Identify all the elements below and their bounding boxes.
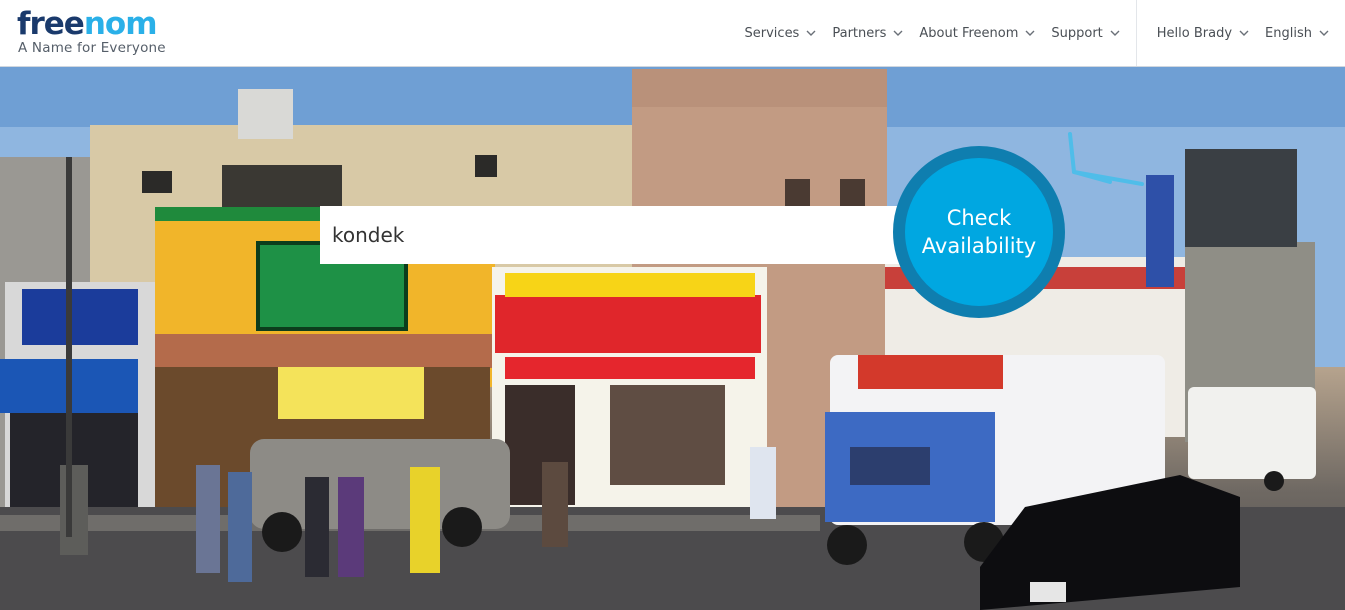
check-availability-label: Check Availability xyxy=(922,204,1036,260)
language-label: English xyxy=(1265,25,1312,41)
domain-search-input[interactable] xyxy=(330,222,894,248)
chevron-down-icon xyxy=(1110,30,1120,36)
chevron-down-icon xyxy=(1025,30,1035,36)
nav-item-about[interactable]: About Freenom xyxy=(919,26,1035,41)
nav-item-language[interactable]: English xyxy=(1265,26,1329,41)
nav-account-area: Hello Brady English xyxy=(1141,26,1345,41)
chevron-down-icon xyxy=(893,30,903,36)
check-button-line2: Availability xyxy=(921,234,1037,258)
nav-label: Support xyxy=(1051,25,1103,41)
chevron-down-icon xyxy=(806,30,816,36)
nav-item-services[interactable]: Services xyxy=(745,26,817,41)
logo-word-part2: nom xyxy=(83,6,158,42)
main-nav: Services Partners About Freenom Support … xyxy=(729,0,1345,66)
logo-tagline: A Name for Everyone xyxy=(18,40,166,56)
nav-divider xyxy=(1135,0,1137,66)
nav-label: About Freenom xyxy=(919,25,1019,41)
nav-item-user[interactable]: Hello Brady xyxy=(1157,26,1249,41)
pointer-arrow-icon xyxy=(1068,132,1144,186)
nav-label: Partners xyxy=(832,25,887,41)
user-greeting: Hello Brady xyxy=(1156,25,1233,41)
check-button-line1: Check xyxy=(946,206,1012,230)
check-availability-button[interactable]: Check Availability xyxy=(893,146,1065,318)
freenom-logo[interactable]: freenom A Name for Everyone xyxy=(17,8,166,60)
nav-label: Services xyxy=(744,25,800,41)
nav-item-support[interactable]: Support xyxy=(1051,25,1120,41)
logo-wordmark: freenom xyxy=(17,8,166,41)
nav-item-partners[interactable]: Partners xyxy=(832,26,903,41)
chevron-down-icon xyxy=(1319,30,1329,36)
site-header: freenom A Name for Everyone Services Par… xyxy=(0,0,1345,67)
logo-word-part1: free xyxy=(17,6,85,42)
chevron-down-icon xyxy=(1239,30,1249,36)
domain-search-box xyxy=(320,206,920,264)
